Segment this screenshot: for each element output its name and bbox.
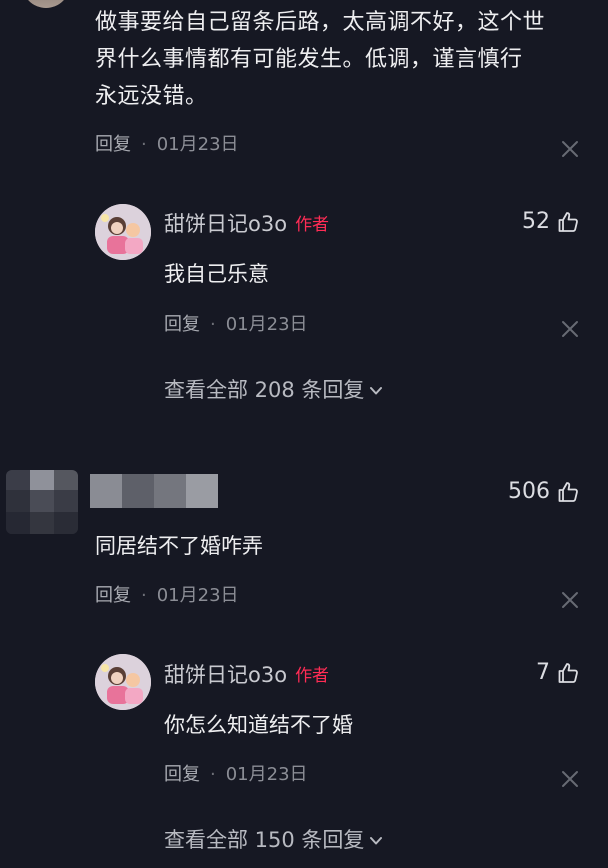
thumb-up-icon <box>558 481 578 502</box>
view-more-label: 查看全部 208 条回复 <box>164 378 365 402</box>
like-button[interactable]: 7 <box>536 660 580 685</box>
close-icon[interactable] <box>560 769 580 789</box>
avatar[interactable] <box>95 654 151 710</box>
reply-date: 01月23日 <box>225 314 308 335</box>
reply-meta: 回复 · 01月23日 <box>164 314 308 336</box>
comment-meta: 回复 · 01月23日 <box>95 585 239 607</box>
like-count: 7 <box>536 660 550 685</box>
comment-text: 做事要给自己留条后路，太高调不好，这个世 界什么事情都有可能发生。低调，谨言慎行… <box>95 4 595 115</box>
view-more-replies-button[interactable]: 查看全部 150 条回复 <box>164 824 384 854</box>
author-badge: 作者 <box>295 215 330 235</box>
close-icon[interactable] <box>560 319 580 339</box>
reply-button[interactable]: 回复 <box>164 314 200 335</box>
thumb-up-icon <box>558 211 578 232</box>
comment-date: 01月23日 <box>156 585 239 606</box>
reply-button[interactable]: 回复 <box>95 134 131 155</box>
comment-text-line: 界什么事情都有可能发生。低调，谨言慎行 <box>95 47 523 72</box>
reply-button[interactable]: 回复 <box>95 585 131 606</box>
comment-text: 同居结不了婚咋弄 <box>95 534 263 558</box>
comment-author[interactable]: 甜饼日记o3o 作者 <box>164 208 329 238</box>
thumb-up-icon <box>558 662 578 683</box>
view-more-label: 查看全部 150 条回复 <box>164 828 365 852</box>
chevron-down-icon <box>370 386 383 394</box>
view-more-replies-button[interactable]: 查看全部 208 条回复 <box>164 374 384 404</box>
reply-text: 我自己乐意 <box>164 262 269 286</box>
avatar[interactable] <box>6 470 78 534</box>
avatar[interactable] <box>95 204 151 260</box>
like-count: 506 <box>508 479 550 504</box>
reply-button[interactable]: 回复 <box>164 764 200 785</box>
chevron-down-icon <box>370 836 383 844</box>
like-button[interactable]: 506 <box>508 479 580 504</box>
separator-dot: · <box>141 585 147 606</box>
author-name[interactable]: 甜饼日记o3o <box>164 212 287 236</box>
comment-author[interactable] <box>90 474 218 508</box>
like-count: 52 <box>522 209 550 234</box>
comment-meta: 回复 · 01月23日 <box>95 134 239 156</box>
separator-dot: · <box>210 314 216 335</box>
author-name[interactable]: 甜饼日记o3o <box>164 663 287 687</box>
author-badge: 作者 <box>295 666 330 686</box>
close-icon[interactable] <box>560 590 580 610</box>
reply-date: 01月23日 <box>225 764 308 785</box>
separator-dot: · <box>141 134 147 155</box>
avatar[interactable] <box>22 0 70 8</box>
close-icon[interactable] <box>560 139 580 159</box>
comment-text-line: 做事要给自己留条后路，太高调不好，这个世 <box>95 10 546 35</box>
reply-meta: 回复 · 01月23日 <box>164 764 308 786</box>
comment-author[interactable]: 甜饼日记o3o 作者 <box>164 659 329 689</box>
like-button[interactable]: 52 <box>522 209 580 234</box>
comment-text-line: 永远没错。 <box>95 84 208 109</box>
separator-dot: · <box>210 764 216 785</box>
reply-text: 你怎么知道结不了婚 <box>164 713 353 737</box>
comment-date: 01月23日 <box>156 134 239 155</box>
